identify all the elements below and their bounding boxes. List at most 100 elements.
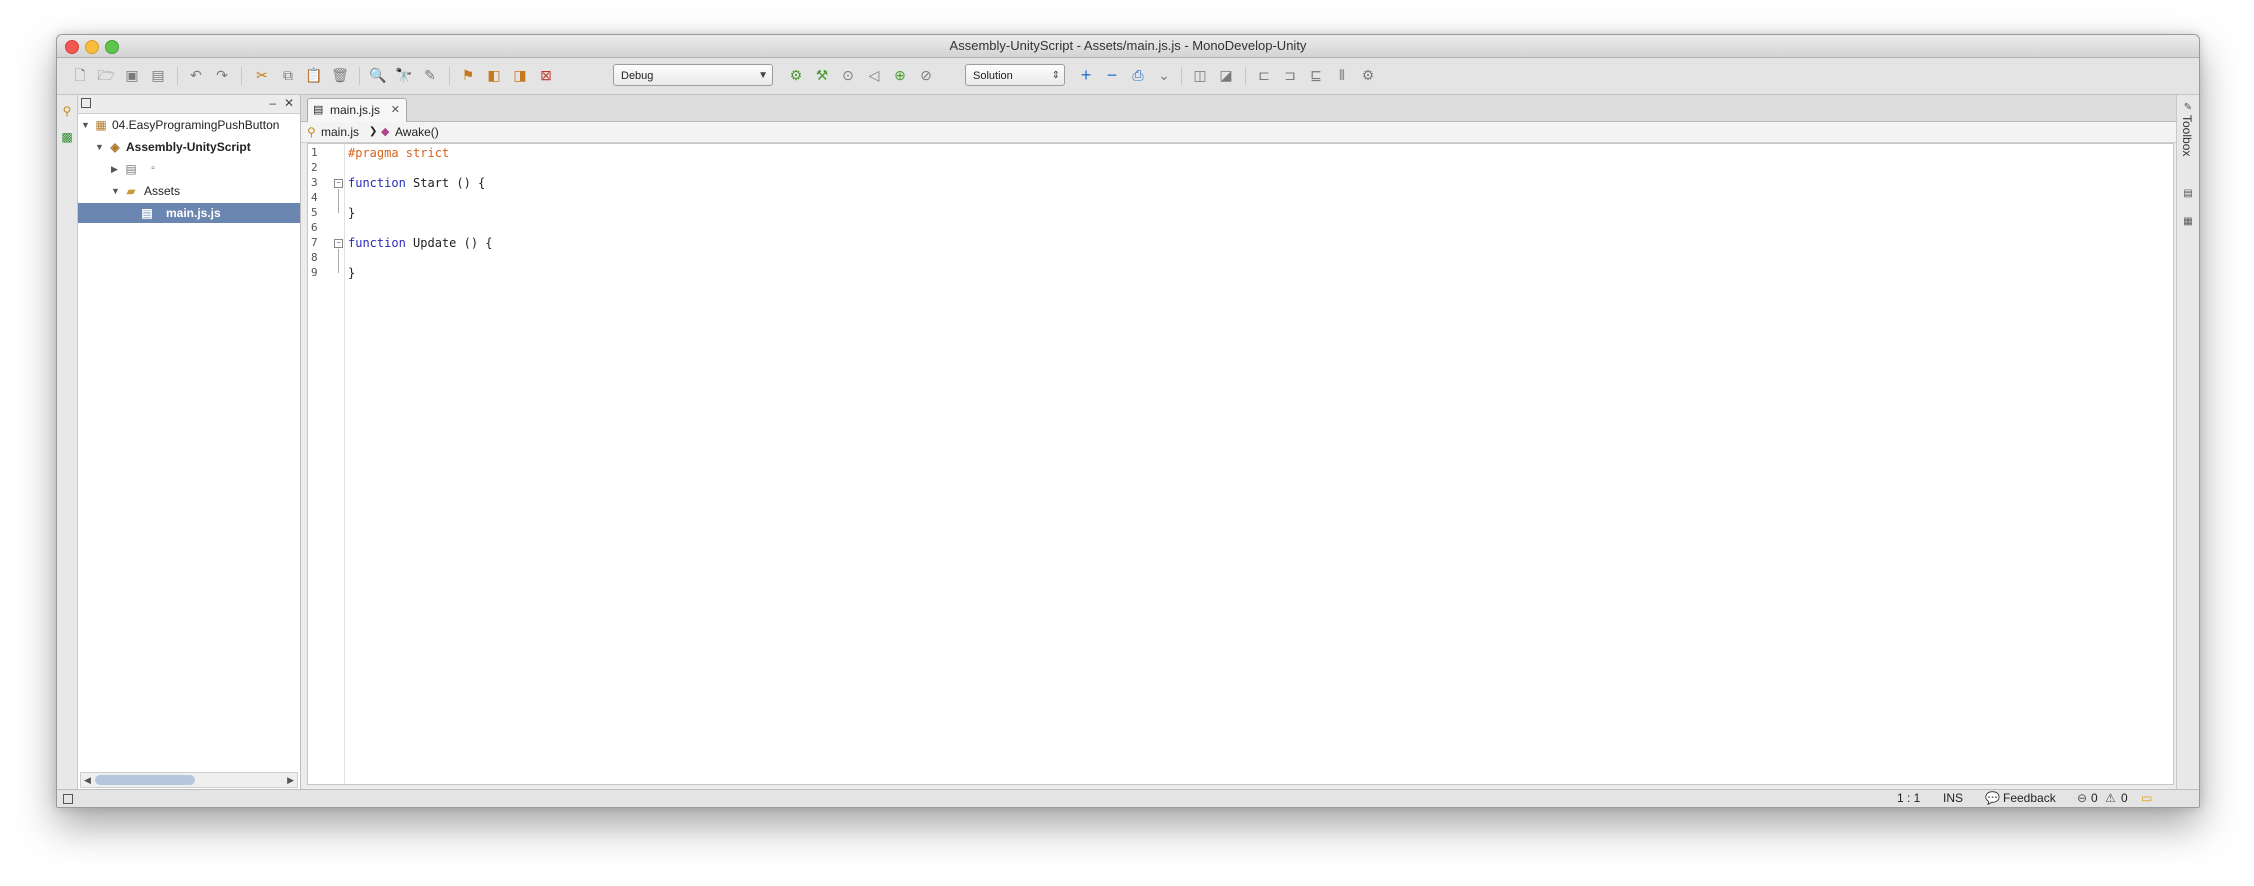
tree-item-references[interactable]: ▶ ▤ ▫: [78, 159, 300, 179]
notification-icon[interactable]: ▭: [2141, 790, 2152, 807]
warning-count[interactable]: 0: [2121, 790, 2128, 807]
warning-icon: ⚠: [2105, 791, 2116, 805]
editor-area: ▤ main.js.js ✕ ⚲ main.js ❯ ◆ Awake() 1 2…: [301, 95, 2176, 790]
minimize-pad-icon[interactable]: –: [269, 96, 276, 110]
document-tab-bar: ▤ main.js.js ✕: [301, 95, 2176, 122]
unit-tests-icon[interactable]: ▩: [59, 129, 75, 145]
step-out-icon[interactable]: ⊏: [1255, 66, 1273, 84]
save-all-icon[interactable]: ▤: [149, 66, 167, 84]
insert-mode: INS: [1943, 791, 1964, 805]
configuration-value: Debug: [621, 70, 654, 82]
script-file-icon: ▤: [141, 206, 153, 220]
scrollbar-thumb[interactable]: [95, 775, 195, 785]
chevron-down-icon[interactable]: ▼: [111, 181, 120, 201]
configuration-select[interactable]: Debug ▼: [613, 64, 773, 86]
debug-icon[interactable]: ◁: [865, 66, 883, 84]
delete-icon[interactable]: 🗑: [331, 66, 349, 84]
attach-debugger-icon[interactable]: ⊕: [891, 66, 909, 84]
toolbox-tab[interactable]: Toolbox: [2180, 115, 2194, 156]
scope-select[interactable]: Solution ⇕: [965, 64, 1065, 86]
solution-pad-icon[interactable]: ⚲: [59, 103, 75, 119]
clear-bookmarks-icon[interactable]: ⊠: [537, 66, 555, 84]
save-icon[interactable]: ▣: [123, 66, 141, 84]
cut-icon[interactable]: ✂: [253, 66, 271, 84]
status-menu-icon[interactable]: [63, 794, 73, 804]
keyword: function: [348, 176, 406, 190]
line-number-gutter: 1 2 3 4 5 6 7 8 9: [308, 144, 333, 784]
step-over-icon[interactable]: ◫: [1191, 66, 1209, 84]
tree-item-label: 04.EasyProgramingPushButton: [112, 118, 280, 132]
status-bar: 1 : 1 INS 💬 Feedback ⊖ 0 ⚠ 0 ▭: [57, 789, 2199, 807]
tree-item-label: Assembly-UnityScript: [126, 140, 251, 154]
scroll-left-icon[interactable]: ◀: [84, 773, 91, 787]
columns-icon[interactable]: ⦀: [1333, 66, 1351, 84]
open-folder-icon[interactable]: 🗁: [97, 66, 115, 84]
remove-icon[interactable]: −: [1103, 66, 1121, 84]
title-bar[interactable]: Assembly-UnityScript - Assets/main.js.js…: [57, 35, 2199, 58]
replace-icon[interactable]: ✎: [421, 66, 439, 84]
stop-icon[interactable]: ⊘: [917, 66, 935, 84]
error-icon: ⊖: [2077, 791, 2088, 805]
redo-icon[interactable]: ↷: [213, 66, 231, 84]
solution-pad: – ✕ ▼ ▦ 04.EasyProgramingPushButton ▼ ◈ …: [78, 95, 301, 790]
new-file-icon[interactable]: 🗋: [71, 66, 89, 84]
code-line-3: function Start () {: [348, 176, 485, 190]
properties-icon[interactable]: ▤: [2181, 187, 2195, 201]
tree-item-assets-folder[interactable]: ▼ ▰ Assets: [78, 181, 300, 201]
project-icon: ◈: [110, 140, 120, 154]
align-left-icon[interactable]: ⊐: [1281, 66, 1299, 84]
tree-item-solution[interactable]: ▼ ▦ 04.EasyProgramingPushButton: [78, 115, 300, 135]
fold-toggle-icon[interactable]: −: [334, 179, 343, 188]
print-icon[interactable]: ⎙: [1129, 66, 1147, 84]
step-into-icon[interactable]: ◪: [1217, 66, 1235, 84]
line-number: 9: [311, 266, 318, 279]
pad-menu-icon[interactable]: [81, 98, 91, 108]
left-pad-strip: ⚲ ▩: [57, 95, 78, 790]
window-title: Assembly-UnityScript - Assets/main.js.js…: [949, 38, 1307, 53]
scroll-right-icon[interactable]: ▶: [287, 773, 294, 787]
chevron-down-icon[interactable]: ▼: [95, 137, 104, 157]
tab-main-js[interactable]: ▤ main.js.js ✕: [307, 98, 407, 122]
rebuild-icon[interactable]: ⚒: [813, 66, 831, 84]
settings-icon[interactable]: ⚙: [1359, 66, 1377, 84]
toggle-bookmark-icon[interactable]: ⚑: [459, 66, 477, 84]
tree-item-main-js[interactable]: ▤ main.js.js: [78, 203, 300, 223]
feedback-button[interactable]: Feedback: [2003, 790, 2056, 807]
undo-icon[interactable]: ↶: [187, 66, 205, 84]
line-number: 7: [311, 236, 318, 249]
chevron-down-icon: ▼: [758, 70, 768, 81]
tree-item-project[interactable]: ▼ ◈ Assembly-UnityScript: [78, 137, 300, 157]
line-number: 8: [311, 251, 318, 264]
dropdown-chevron-icon[interactable]: ⌄: [1155, 66, 1173, 84]
build-icon[interactable]: ⚙: [787, 66, 805, 84]
folder-icon: ▰: [126, 184, 136, 198]
horizontal-scrollbar[interactable]: ◀ ▶: [80, 772, 298, 788]
copy-icon[interactable]: ⧉: [279, 66, 297, 84]
right-pad-strip: ✎ Toolbox ▤ ▦: [2176, 95, 2199, 790]
find-icon[interactable]: 🔍: [369, 66, 387, 84]
add-icon[interactable]: +: [1077, 66, 1095, 84]
code-editor[interactable]: 1 2 3 4 5 6 7 8 9 − − #pragma strict fun…: [307, 143, 2174, 785]
document-outline-icon[interactable]: ▦: [2181, 215, 2195, 229]
line-number: 3: [311, 176, 318, 189]
error-count[interactable]: 0: [2091, 790, 2098, 807]
tree-item-label: Assets: [144, 184, 181, 198]
align-right-icon[interactable]: ⊑: [1307, 66, 1325, 84]
close-tab-icon[interactable]: ✕: [391, 99, 400, 121]
fold-toggle-icon[interactable]: −: [334, 239, 343, 248]
run-icon[interactable]: ⊙: [839, 66, 857, 84]
unknown-glyph-icon: ▫: [151, 163, 155, 174]
line-number: 4: [311, 191, 318, 204]
chevron-down-icon[interactable]: ▼: [81, 115, 90, 135]
toolbox-icon[interactable]: ✎: [2181, 101, 2195, 115]
line-number: 1: [311, 146, 318, 159]
close-pad-icon[interactable]: ✕: [284, 96, 294, 110]
paste-icon[interactable]: 📋: [305, 66, 323, 84]
find-in-files-icon[interactable]: 🔭: [395, 66, 413, 84]
breadcrumb-member[interactable]: Awake(): [395, 122, 439, 142]
previous-bookmark-icon[interactable]: ◧: [485, 66, 503, 84]
breadcrumb-file[interactable]: main.js: [321, 122, 359, 142]
next-bookmark-icon[interactable]: ◨: [511, 66, 529, 84]
chevron-right-icon[interactable]: ▶: [111, 159, 118, 179]
tree-item-label: main.js.js: [166, 206, 221, 220]
